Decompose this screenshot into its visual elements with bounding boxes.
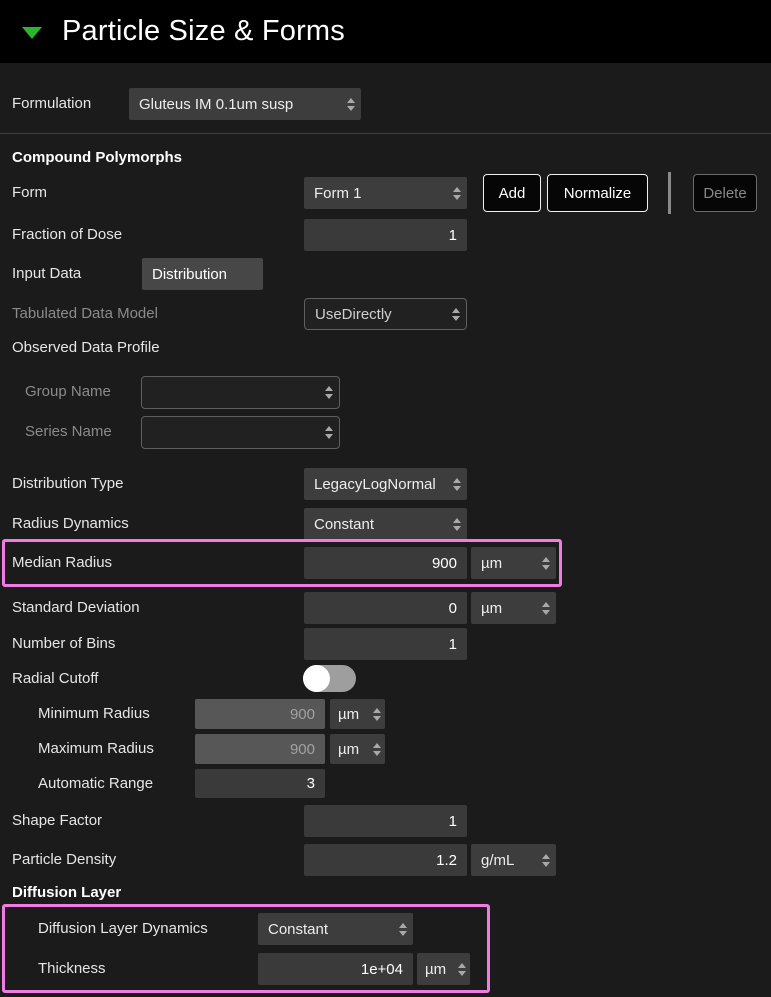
particle-density-unit: g/mL <box>481 852 536 869</box>
radius-dynamics-dropdown[interactable]: Constant <box>304 508 467 540</box>
panel-header: Particle Size & Forms <box>0 0 771 63</box>
minimum-radius-unit: µm <box>338 706 370 723</box>
chevron-updown-icon <box>542 602 550 615</box>
delete-button[interactable]: Delete <box>693 174 757 212</box>
standard-deviation-unit-dropdown[interactable]: µm <box>471 592 556 624</box>
particle-density-input[interactable]: 1.2 <box>304 844 467 876</box>
group-name-dropdown[interactable] <box>141 376 340 409</box>
standard-deviation-label: Standard Deviation <box>12 592 140 624</box>
series-name-label: Series Name <box>25 416 112 448</box>
observed-data-profile-label: Observed Data Profile <box>12 339 160 356</box>
form-label: Form <box>12 177 47 209</box>
standard-deviation-input[interactable]: 0 <box>304 592 467 624</box>
median-radius-label: Median Radius <box>12 547 112 579</box>
shape-factor-label: Shape Factor <box>12 805 102 837</box>
particle-density-unit-dropdown[interactable]: g/mL <box>471 844 556 876</box>
normalize-button[interactable]: Normalize <box>547 174 648 212</box>
toggle-knob <box>303 665 330 692</box>
collapse-caret-icon[interactable] <box>22 27 42 39</box>
diffusion-layer-dynamics-label: Diffusion Layer Dynamics <box>38 913 208 945</box>
thickness-input[interactable]: 1e+04 <box>258 953 413 985</box>
maximum-radius-input[interactable]: 900 <box>195 734 325 764</box>
radial-cutoff-label: Radial Cutoff <box>12 665 98 693</box>
distribution-type-label: Distribution Type <box>12 468 123 500</box>
formulation-label: Formulation <box>12 88 91 120</box>
maximum-radius-unit-dropdown[interactable]: µm <box>330 734 385 764</box>
form-value: Form 1 <box>314 185 447 202</box>
maximum-radius-unit: µm <box>338 741 370 758</box>
median-radius-input[interactable]: 900 <box>304 547 467 579</box>
tabulated-data-model-label: Tabulated Data Model <box>12 298 158 330</box>
chevron-updown-icon <box>542 557 550 570</box>
diffusion-layer-dynamics-dropdown[interactable]: Constant <box>258 913 413 945</box>
chevron-updown-icon <box>453 187 461 200</box>
button-group-divider <box>668 172 671 214</box>
fraction-of-dose-input[interactable]: 1 <box>304 219 467 251</box>
compound-polymorphs-section-title: Compound Polymorphs <box>12 149 182 166</box>
page-title: Particle Size & Forms <box>62 0 345 63</box>
thickness-label: Thickness <box>38 953 106 985</box>
chevron-updown-icon <box>399 923 407 936</box>
diffusion-layer-section-title: Diffusion Layer <box>12 884 121 901</box>
input-data-selector[interactable]: Distribution <box>142 258 263 290</box>
add-button[interactable]: Add <box>483 174 541 212</box>
chevron-updown-icon <box>458 963 466 976</box>
particle-size-forms-panel: Particle Size & Forms Formulation Gluteu… <box>0 0 771 997</box>
median-radius-unit-dropdown[interactable]: µm <box>471 547 556 579</box>
standard-deviation-unit: µm <box>481 600 536 617</box>
median-radius-unit: µm <box>481 555 536 572</box>
maximum-radius-label: Maximum Radius <box>38 734 154 764</box>
distribution-type-dropdown[interactable]: LegacyLogNormal <box>304 468 467 500</box>
radial-cutoff-toggle[interactable] <box>303 665 356 692</box>
form-dropdown[interactable]: Form 1 <box>304 177 467 209</box>
automatic-range-input[interactable]: 3 <box>195 769 325 798</box>
input-data-label: Input Data <box>12 258 81 290</box>
series-name-dropdown[interactable] <box>141 416 340 449</box>
chevron-updown-icon <box>347 98 355 111</box>
shape-factor-input[interactable]: 1 <box>304 805 467 837</box>
tabulated-data-model-dropdown[interactable]: UseDirectly <box>304 298 467 330</box>
number-of-bins-input[interactable]: 1 <box>304 628 467 660</box>
chevron-updown-icon <box>453 478 461 491</box>
particle-density-label: Particle Density <box>12 844 116 876</box>
formulation-value: Gluteus IM 0.1um susp <box>139 96 341 113</box>
thickness-unit: µm <box>425 961 455 978</box>
chevron-updown-icon <box>542 854 550 867</box>
automatic-range-label: Automatic Range <box>38 769 153 798</box>
chevron-updown-icon <box>325 426 333 439</box>
fraction-of-dose-label: Fraction of Dose <box>12 219 122 251</box>
minimum-radius-unit-dropdown[interactable]: µm <box>330 699 385 729</box>
chevron-updown-icon <box>373 708 381 721</box>
minimum-radius-label: Minimum Radius <box>38 699 150 729</box>
formulation-dropdown[interactable]: Gluteus IM 0.1um susp <box>129 88 361 120</box>
chevron-updown-icon <box>452 308 460 321</box>
diffusion-layer-dynamics-value: Constant <box>268 921 393 938</box>
thickness-unit-dropdown[interactable]: µm <box>417 953 470 985</box>
radius-dynamics-label: Radius Dynamics <box>12 508 129 540</box>
divider <box>0 133 771 134</box>
distribution-type-value: LegacyLogNormal <box>314 476 447 493</box>
minimum-radius-input[interactable]: 900 <box>195 699 325 729</box>
chevron-updown-icon <box>453 518 461 531</box>
radius-dynamics-value: Constant <box>314 516 447 533</box>
group-name-label: Group Name <box>25 376 111 408</box>
chevron-updown-icon <box>373 743 381 756</box>
number-of-bins-label: Number of Bins <box>12 628 115 660</box>
tabulated-data-model-value: UseDirectly <box>315 306 446 323</box>
chevron-updown-icon <box>325 386 333 399</box>
